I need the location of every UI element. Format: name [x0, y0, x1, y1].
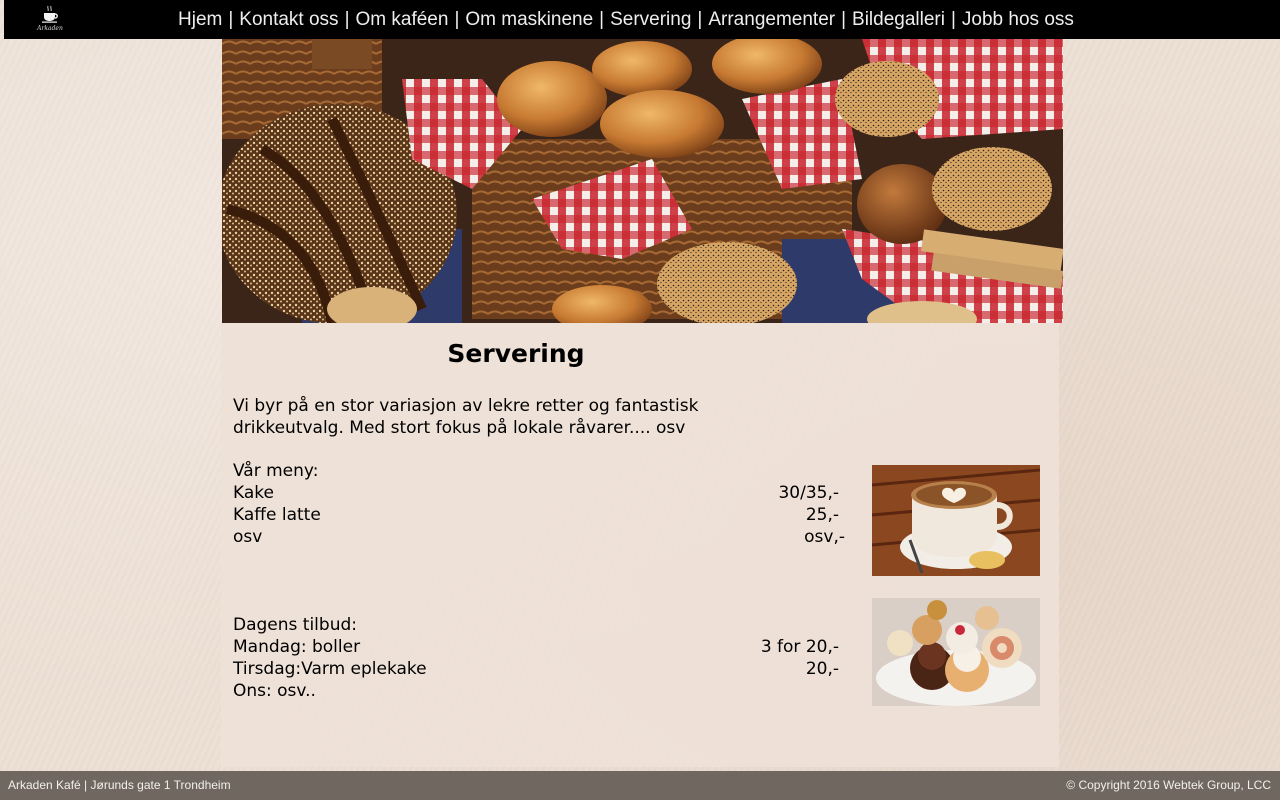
- nav-separator: |: [228, 8, 234, 30]
- menu-heading-row: Vår meny:: [233, 460, 845, 482]
- site-footer: Arkaden Kafé | Jørunds gate 1 Trondheim …: [0, 771, 1280, 800]
- page-title: Servering: [447, 339, 585, 368]
- site-logo[interactable]: Arkaden: [34, 4, 66, 36]
- menu-item-price: 30/35,-: [778, 483, 839, 503]
- nav-separator: |: [697, 8, 703, 30]
- pastries-image: [872, 598, 1040, 706]
- offer-item: Tirsdag:Varm eplekake 20,-: [233, 658, 845, 680]
- offer-item: Mandag: boller 3 for 20,-: [233, 636, 845, 658]
- offer-item-name: Mandag: boller: [233, 637, 361, 657]
- logo-text: Arkaden: [37, 25, 63, 32]
- coffee-cup-icon: [42, 5, 58, 23]
- hero-bread-image: [222, 39, 1063, 323]
- menu-item-price: 25,-: [805, 505, 839, 525]
- offers-heading: Dagens tilbud:: [233, 615, 357, 635]
- menu-item: osv osv,-: [233, 526, 845, 548]
- intro-text: Vi byr på en stor variasjon av lekre ret…: [233, 396, 699, 438]
- menu-item: Kake 30/35,-: [233, 482, 845, 504]
- menu-item-name: Kake: [233, 483, 274, 503]
- nav-item-arrangementer[interactable]: Arrangementer: [708, 9, 835, 31]
- nav-item-servering[interactable]: Servering: [610, 9, 691, 31]
- top-navigation-bar: Arkaden Hjem | Kontakt oss | Om kaféen |…: [4, 0, 1280, 39]
- nav-separator: |: [841, 8, 847, 30]
- nav-separator: |: [344, 8, 350, 30]
- nav-item-om-maskinene[interactable]: Om maskinene: [465, 9, 593, 31]
- offer-item-price: 3 for 20,-: [760, 637, 839, 657]
- nav-item-om-kafeen[interactable]: Om kaféen: [356, 9, 449, 31]
- menu-heading: Vår meny:: [233, 461, 319, 481]
- nav-item-hjem[interactable]: Hjem: [178, 9, 222, 31]
- content-panel: Servering Vi byr på en stor variasjon av…: [221, 323, 1059, 767]
- nav-item-jobb-hos-oss[interactable]: Jobb hos oss: [962, 9, 1074, 31]
- menu-item-price: osv,-: [804, 527, 845, 547]
- nav-separator: |: [599, 8, 605, 30]
- menu-item-name: Kaffe latte: [233, 505, 321, 525]
- offers-heading-row: Dagens tilbud:: [233, 614, 845, 636]
- footer-copyright: © Copyright 2016 Webtek Group, LCC: [1066, 778, 1271, 792]
- offer-item-name: Tirsdag:Varm eplekake: [233, 659, 427, 679]
- footer-address: Arkaden Kafé | Jørunds gate 1 Trondheim: [8, 778, 231, 792]
- nav-item-kontakt-oss[interactable]: Kontakt oss: [239, 9, 338, 31]
- offer-item: Ons: osv..: [233, 680, 845, 702]
- menu-section: Vår meny: Kake 30/35,- Kaffe latte 25,- …: [233, 460, 845, 548]
- menu-item-name: osv: [233, 527, 263, 547]
- daily-offers-section: Dagens tilbud: Mandag: boller 3 for 20,-…: [233, 614, 845, 702]
- offer-item-name: Ons: osv..: [233, 681, 316, 701]
- menu-item: Kaffe latte 25,-: [233, 504, 845, 526]
- offer-item-price: 20,-: [805, 659, 839, 679]
- coffee-latte-image: [872, 465, 1040, 576]
- main-nav: Hjem | Kontakt oss | Om kaféen | Om mask…: [178, 0, 1074, 39]
- nav-separator: |: [950, 8, 956, 30]
- nav-item-bildegalleri[interactable]: Bildegalleri: [852, 9, 945, 31]
- nav-separator: |: [454, 8, 460, 30]
